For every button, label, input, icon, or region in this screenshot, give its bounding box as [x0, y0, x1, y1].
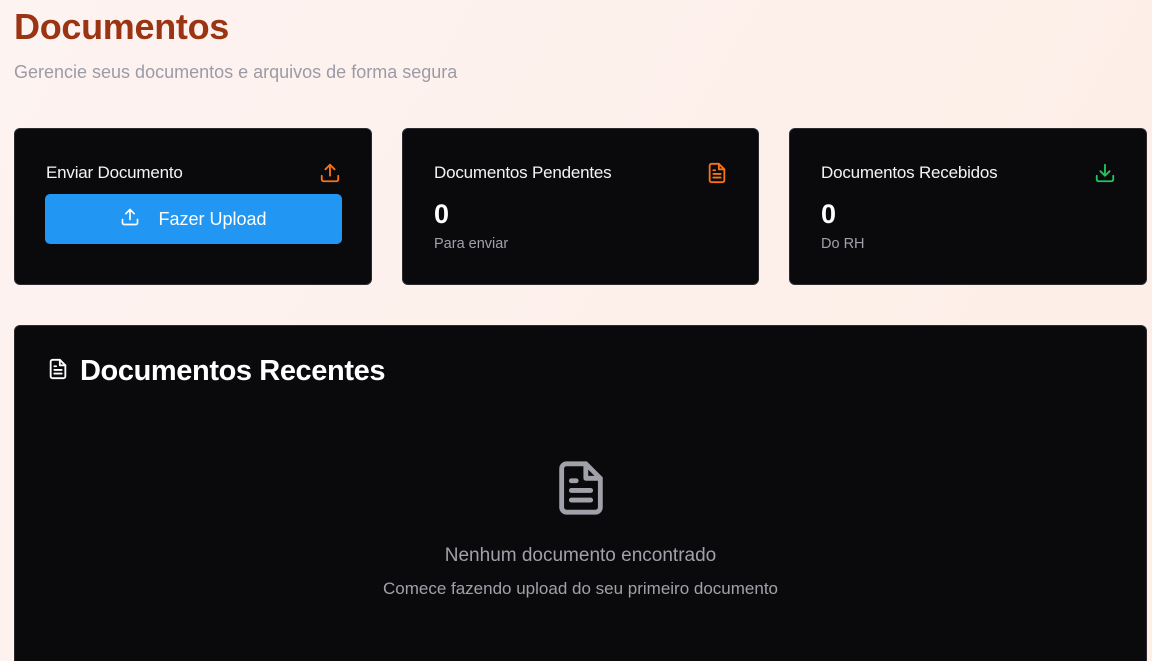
received-card-title: Documentos Recebidos	[821, 163, 998, 182]
empty-state-caption: Comece fazendo upload do seu primeiro do…	[382, 579, 779, 598]
recent-documents-header: Documentos Recentes	[47, 355, 385, 388]
upload-icon	[319, 162, 341, 184]
pending-card-title: Documentos Pendentes	[434, 163, 612, 182]
upload-icon	[120, 207, 140, 232]
empty-state: Nenhum documento encontrado Comece fazen…	[15, 456, 1146, 599]
recent-documents-panel: Documentos Recentes Nenhum documento enc…	[14, 325, 1147, 661]
recent-documents-title: Documentos Recentes	[80, 355, 386, 387]
download-icon	[1094, 162, 1116, 184]
pending-documents-card: Documentos Pendentes 0 Para enviar	[402, 128, 759, 285]
upload-button-label: Fazer Upload	[158, 208, 267, 229]
received-documents-card: Documentos Recebidos 0 Do RH	[789, 128, 1147, 285]
upload-card: Enviar Documento Fazer Upload	[14, 128, 372, 285]
upload-card-title: Enviar Documento	[46, 163, 183, 182]
received-count: 0	[821, 199, 837, 229]
file-text-icon	[47, 357, 69, 386]
pending-count: 0	[434, 199, 450, 229]
page-title: Documentos	[14, 6, 230, 47]
empty-state-title: Nenhum documento encontrado	[444, 545, 717, 566]
file-text-icon	[706, 162, 728, 184]
upload-button[interactable]: Fazer Upload	[45, 194, 342, 244]
received-caption: Do RH	[821, 236, 865, 252]
pending-caption: Para enviar	[434, 236, 509, 252]
page-subtitle: Gerencie seus documentos e arquivos de f…	[14, 62, 458, 82]
empty-file-icon	[552, 456, 610, 525]
